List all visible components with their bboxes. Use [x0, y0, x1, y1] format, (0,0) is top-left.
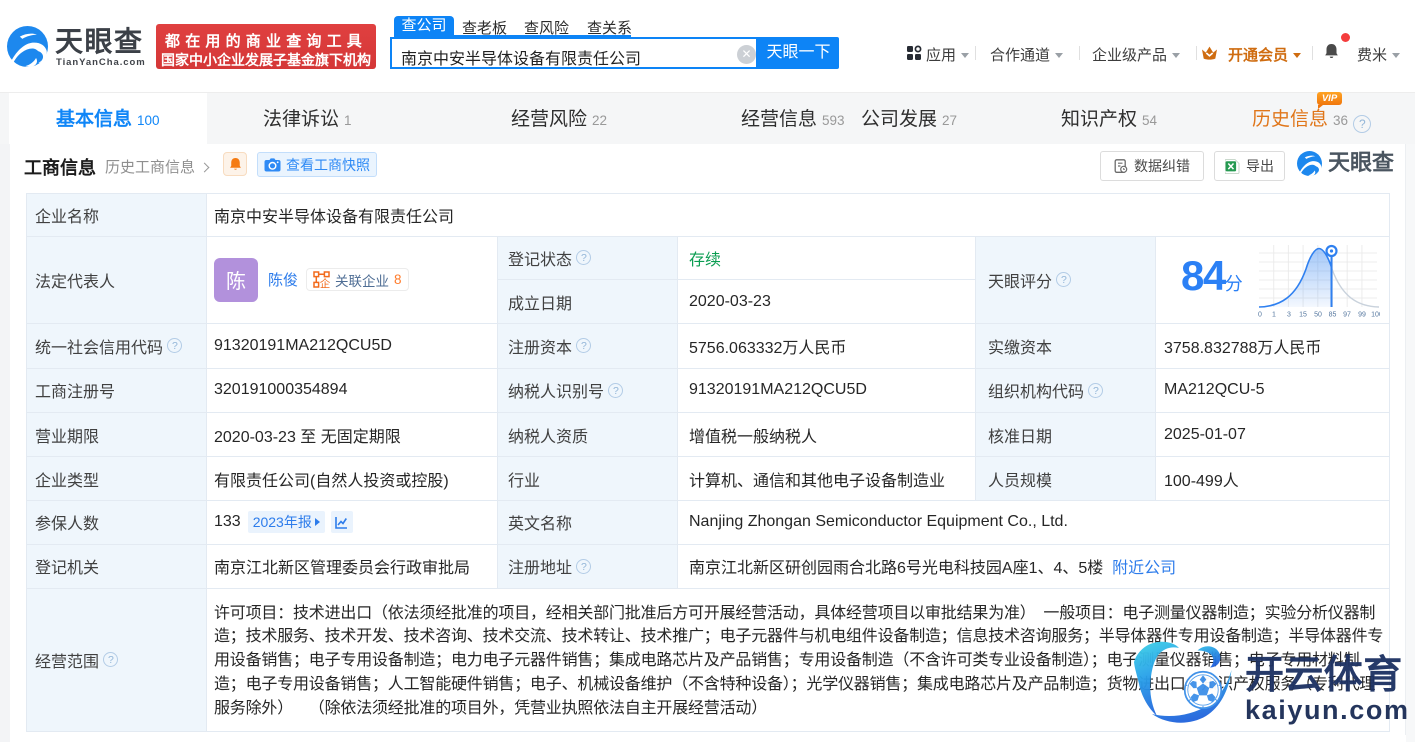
svg-text:97: 97 [1343, 311, 1351, 318]
svg-text:15: 15 [1299, 311, 1307, 318]
svg-text:100: 100 [1371, 311, 1380, 318]
svg-text:50: 50 [1314, 311, 1322, 318]
svg-text:3: 3 [1287, 311, 1291, 318]
svg-text:0: 0 [1258, 311, 1262, 318]
svg-text:85: 85 [1329, 311, 1337, 318]
svg-text:1: 1 [1272, 311, 1276, 318]
svg-text:企: 企 [320, 277, 330, 288]
svg-text:99: 99 [1358, 311, 1366, 318]
